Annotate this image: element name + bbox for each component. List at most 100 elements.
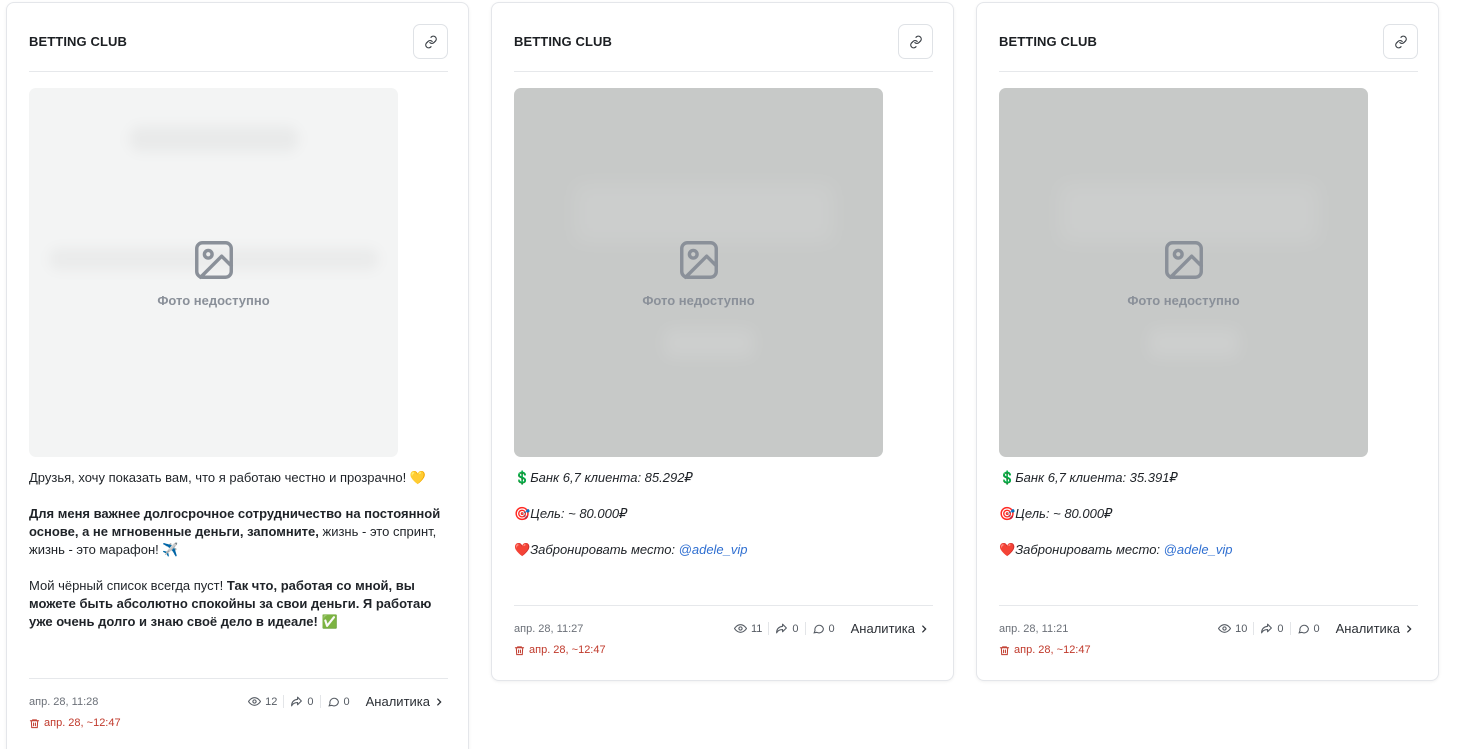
target-emoji: 🎯 (999, 506, 1016, 521)
shares-stat: 0 (768, 622, 804, 635)
trash-icon (29, 718, 40, 728)
post-paragraph: Друзья, хочу показать вам, что я работаю… (29, 470, 407, 485)
link-icon (424, 35, 437, 48)
post-line: Цель: ~ 80.000₽ (530, 506, 628, 521)
copy-link-button[interactable] (1383, 24, 1418, 59)
delete-time-text: апр. 28, ~12:47 (1014, 644, 1091, 656)
mention-link[interactable]: @adele_vip (679, 542, 748, 557)
post-stats: 12 0 0 Аналитика (242, 694, 444, 709)
post-line: Забронировать место: (1015, 542, 1164, 557)
image-icon (1164, 241, 1203, 279)
chevron-right-icon (437, 697, 442, 706)
post-paragraph: Мой чёрный список всегда пуст! (29, 578, 227, 593)
views-count: 12 (265, 695, 278, 708)
photo-placeholder: Фото недоступно (29, 88, 398, 457)
post-time: апр. 28, 11:28 (29, 696, 99, 708)
delete-time: апр. 28, ~12:47 (514, 644, 606, 656)
channel-name: BETTING CLUB (999, 34, 1097, 49)
shares-count: 0 (307, 695, 314, 708)
card-header: BETTING CLUB (999, 3, 1418, 72)
photo-unavailable-label: Фото недоступно (642, 293, 755, 308)
target-emoji: 🎯 (514, 506, 531, 521)
analytics-link[interactable]: Аналитика (851, 621, 929, 636)
mention-link[interactable]: @adele_vip (1164, 542, 1233, 557)
shares-count: 0 (1277, 622, 1284, 635)
photo-placeholder: Фото недоступно (999, 88, 1368, 457)
eye-icon (1218, 624, 1232, 633)
share-icon (776, 623, 788, 634)
photo-unavailable-label: Фото недоступно (1127, 293, 1240, 308)
comment-icon (327, 697, 339, 707)
post-card: BETTING CLUB Фото недоступно Друзья, хоч… (6, 2, 469, 749)
image-icon (679, 241, 718, 279)
shares-count: 0 (792, 622, 799, 635)
post-line: Цель: ~ 80.000₽ (1015, 506, 1113, 521)
copy-link-button[interactable] (898, 24, 933, 59)
heart-emoji: ❤️ (514, 542, 531, 557)
post-time: апр. 28, 11:27 (514, 623, 584, 635)
delete-time: апр. 28, ~12:47 (999, 644, 1091, 656)
delete-time: апр. 28, ~12:47 (29, 717, 121, 729)
eye-icon (733, 624, 747, 633)
photo-unavailable-label: Фото недоступно (157, 293, 270, 308)
analytics-link[interactable]: Аналитика (366, 694, 444, 709)
chevron-right-icon (922, 624, 927, 633)
analytics-label: Аналитика (1335, 621, 1400, 636)
post-time: апр. 28, 11:21 (999, 623, 1069, 635)
post-text: Друзья, хочу показать вам, что я работаю… (29, 469, 449, 631)
shares-stat: 0 (283, 695, 319, 708)
post-text: 💲Банк 6,7 клиента: 35.391₽ 🎯Цель: ~ 80.0… (999, 469, 1419, 559)
shares-stat: 0 (1253, 622, 1289, 635)
airplane-emoji: ✈️ (162, 542, 179, 557)
views-count: 10 (1235, 622, 1248, 635)
channel-name: BETTING CLUB (514, 34, 612, 49)
post-card: BETTING CLUB Фото недоступно 💲Банк 6,7 к… (491, 2, 954, 681)
card-footer: апр. 28, 11:21 апр. 28, ~12:47 10 0 0 Ан… (999, 605, 1418, 675)
comments-stat: 0 (1289, 622, 1326, 635)
heart-emoji: 💛 (409, 470, 427, 485)
link-icon (1394, 35, 1407, 48)
post-text: 💲Банк 6,7 клиента: 85.292₽ 🎯Цель: ~ 80.0… (514, 469, 934, 559)
post-stats: 10 0 0 Аналитика (1212, 621, 1414, 636)
share-icon (291, 696, 303, 707)
card-header: BETTING CLUB (29, 3, 448, 72)
comments-stat: 0 (804, 622, 841, 635)
post-line: Забронировать место: (530, 542, 679, 557)
comment-icon (812, 624, 824, 634)
check-emoji: ✅ (321, 614, 338, 629)
views-stat: 12 (242, 695, 283, 708)
post-line: Банк 6,7 клиента: 85.292₽ (530, 470, 693, 485)
card-footer: апр. 28, 11:28 апр. 28, ~12:47 12 0 0 Ан… (29, 678, 448, 748)
views-count: 11 (750, 622, 763, 635)
post-stats: 11 0 0 Аналитика (728, 621, 929, 636)
views-stat: 11 (728, 622, 768, 635)
trash-icon (999, 645, 1010, 655)
copy-link-button[interactable] (413, 24, 448, 59)
link-icon (909, 35, 922, 48)
analytics-label: Аналитика (850, 621, 915, 636)
eye-icon (248, 697, 262, 706)
comment-icon (1297, 624, 1309, 634)
heart-emoji: ❤️ (999, 542, 1016, 557)
delete-time-text: апр. 28, ~12:47 (44, 717, 121, 729)
views-stat: 10 (1212, 622, 1253, 635)
dollar-emoji: 💲 (514, 470, 531, 485)
card-footer: апр. 28, 11:27 апр. 28, ~12:47 11 0 0 Ан… (514, 605, 933, 675)
chevron-right-icon (1407, 624, 1412, 633)
comments-count: 0 (828, 622, 835, 635)
post-card: BETTING CLUB Фото недоступно 💲Банк 6,7 к… (976, 2, 1439, 681)
channel-name: BETTING CLUB (29, 34, 127, 49)
comments-stat: 0 (319, 695, 356, 708)
trash-icon (514, 645, 525, 655)
comments-count: 0 (1313, 622, 1320, 635)
analytics-link[interactable]: Аналитика (1336, 621, 1414, 636)
comments-count: 0 (343, 695, 350, 708)
share-icon (1261, 623, 1273, 634)
delete-time-text: апр. 28, ~12:47 (529, 644, 606, 656)
analytics-label: Аналитика (365, 694, 430, 709)
post-line: Банк 6,7 клиента: 35.391₽ (1015, 470, 1178, 485)
dollar-emoji: 💲 (999, 470, 1016, 485)
image-icon (194, 241, 233, 279)
photo-placeholder: Фото недоступно (514, 88, 883, 457)
card-header: BETTING CLUB (514, 3, 933, 72)
